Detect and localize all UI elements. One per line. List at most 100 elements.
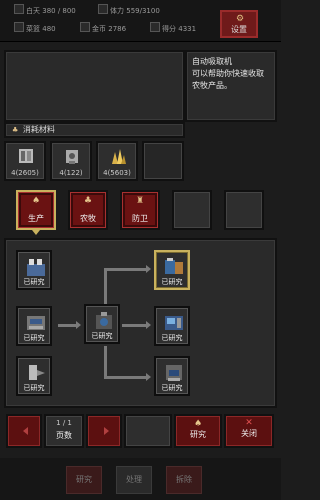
- farm-icon: ♣: [83, 196, 93, 206]
- day-value: 380 / 800: [42, 7, 76, 15]
- prev-page-button[interactable]: [6, 414, 42, 448]
- bottom-tab-research[interactable]: 研究: [66, 466, 102, 494]
- research-button[interactable]: ♠ 研究: [174, 414, 222, 448]
- tech-node-furnace[interactable]: 已研究: [154, 356, 190, 396]
- tab-empty: [224, 190, 264, 230]
- food-label: 菜篮: [26, 25, 40, 33]
- material-slot-gold[interactable]: 4(5603): [96, 141, 138, 181]
- close-button[interactable]: ✕ 关闭: [224, 414, 274, 448]
- food-stat: 菜篮 480: [14, 22, 56, 34]
- press-machine-icon: [27, 316, 45, 330]
- tab-farm[interactable]: ♣ 农牧: [68, 190, 108, 230]
- tech-node-storage[interactable]: 已研究: [16, 250, 52, 290]
- day-stat: 白天 380 / 800: [14, 4, 76, 16]
- drill-icon: [29, 365, 45, 380]
- tech-node-drill[interactable]: 已研究: [16, 356, 52, 396]
- bottom-tab-bar: 研究 处理 拆除: [0, 458, 281, 500]
- connector-line: [104, 268, 148, 271]
- page-label: 页数: [56, 431, 72, 440]
- materials-title: 消耗材料: [22, 125, 55, 134]
- defense-icon: ♜: [135, 196, 145, 206]
- tab-label: 防卫: [132, 214, 148, 223]
- tab-empty: [172, 190, 212, 230]
- close-label: 关闭: [241, 429, 257, 438]
- connector-arrow: [146, 265, 151, 273]
- material-slot-book[interactable]: 4(2605): [4, 141, 46, 181]
- materials-header: ♣ 消耗材料: [4, 122, 185, 138]
- connector-arrow: [76, 321, 81, 329]
- node-status: 已研究: [23, 384, 45, 392]
- node-status: 已研究: [161, 278, 183, 286]
- empty-slot: [124, 414, 172, 448]
- item-preview-panel: [4, 50, 185, 122]
- score-label: 得分: [162, 25, 176, 33]
- book-icon: [19, 149, 33, 163]
- material-count: 4(122): [59, 169, 83, 177]
- research-icon: ♠: [193, 419, 203, 429]
- connector-arrow: [146, 373, 151, 381]
- coin-icon: [80, 22, 90, 32]
- settings-button[interactable]: ⚙ 设置: [220, 10, 258, 38]
- arrow-right-icon: [104, 427, 109, 435]
- active-tab-indicator: [32, 230, 40, 235]
- tech-node-console[interactable]: 已研究: [154, 306, 190, 346]
- day-label: 白天: [26, 7, 40, 15]
- sun-icon: [14, 4, 24, 14]
- tab-label: 生产: [28, 214, 44, 223]
- material-count: 4(2605): [11, 169, 39, 177]
- connector-line: [58, 324, 78, 327]
- furnace-machine-icon: [166, 365, 182, 381]
- gold-label: 金币: [92, 25, 106, 33]
- production-icon: ♠: [31, 196, 41, 206]
- connector-arrow: [146, 321, 151, 329]
- material-count: 4(5603): [103, 169, 131, 177]
- console-machine-icon: [165, 316, 183, 330]
- item-description: 自动吸取机 可以帮助你快速收取农牧产品。: [192, 57, 264, 90]
- gear-icon: ⚙: [236, 14, 245, 24]
- node-status: 已研究: [23, 278, 45, 286]
- stamina-label: 体力: [110, 7, 124, 15]
- page-indicator: 1 / 1 页数: [44, 414, 84, 448]
- connector-line: [104, 346, 107, 378]
- arrow-left-icon: [23, 427, 28, 435]
- research-label: 研究: [190, 430, 206, 439]
- food-value: 480: [42, 25, 56, 33]
- stamina-icon: [98, 4, 108, 14]
- material-slot-machine[interactable]: 4(122): [50, 141, 92, 181]
- description-panel: 自动吸取机 可以帮助你快速收取农牧产品。: [185, 50, 277, 122]
- next-page-button[interactable]: [86, 414, 122, 448]
- score-value: 4331: [178, 25, 197, 33]
- settings-label: 设置: [231, 25, 247, 34]
- auto-collector-icon: [165, 258, 183, 274]
- materials-icon: ♣: [12, 126, 19, 134]
- stamina-value: 559/3100: [126, 7, 160, 15]
- material-slot-empty: [142, 141, 184, 181]
- connector-line: [104, 268, 107, 304]
- gold-crystal-icon: [112, 149, 126, 164]
- node-status: 已研究: [23, 334, 45, 342]
- tab-label: 农牧: [80, 214, 96, 223]
- storage-icon: [27, 259, 45, 276]
- generator-icon: [96, 312, 112, 329]
- basket-icon: [14, 22, 24, 32]
- close-icon: ✕: [245, 418, 253, 428]
- tech-node-auto-collector[interactable]: 已研究: [154, 250, 190, 290]
- status-bar: 白天 380 / 800 体力 559/3100 菜篮 480 金币 2786 …: [0, 0, 281, 42]
- score-stat: 得分 4331: [150, 22, 196, 34]
- tab-production[interactable]: ♠ 生产: [16, 190, 56, 230]
- node-status: 已研究: [161, 334, 183, 342]
- bottom-tab-process[interactable]: 处理: [116, 466, 152, 494]
- connector-line: [104, 376, 148, 379]
- node-status: 已研究: [161, 384, 183, 392]
- gold-value: 2786: [108, 25, 127, 33]
- tech-node-generator[interactable]: 已研究: [84, 304, 120, 344]
- connector-line: [122, 324, 148, 327]
- node-status: 已研究: [91, 332, 113, 340]
- tech-node-press[interactable]: 已研究: [16, 306, 52, 346]
- trophy-icon: [150, 22, 160, 32]
- stamina-stat: 体力 559/3100: [98, 4, 160, 16]
- tab-defense[interactable]: ♜ 防卫: [120, 190, 160, 230]
- bottom-tab-demolish[interactable]: 拆除: [166, 466, 202, 494]
- gold-stat: 金币 2786: [80, 22, 126, 34]
- page-value: 1 / 1: [56, 419, 72, 427]
